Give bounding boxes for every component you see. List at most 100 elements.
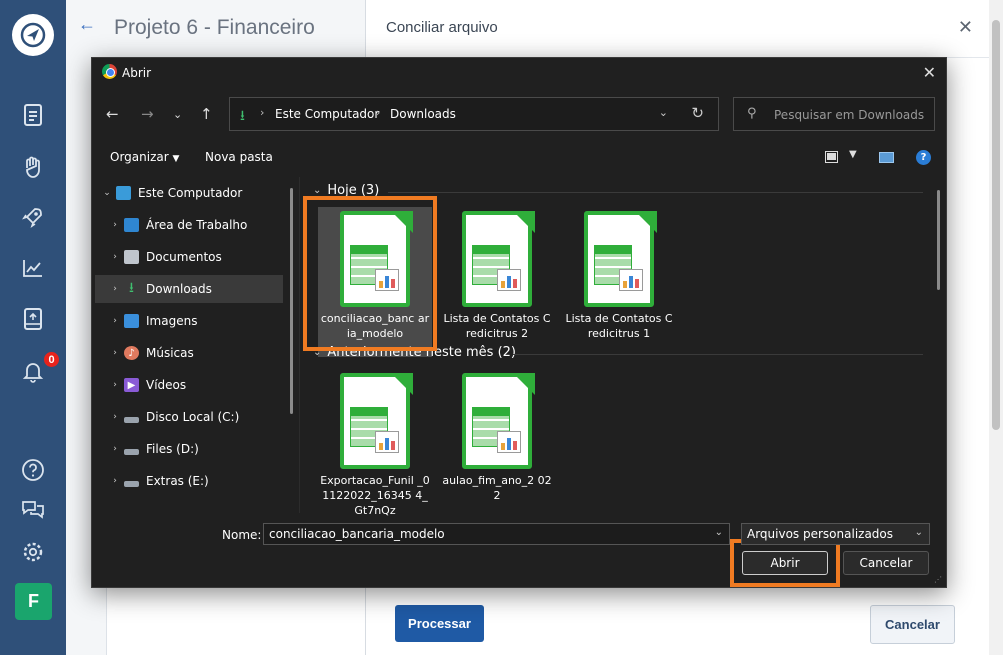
tree-item-music[interactable]: › ♪ Músicas bbox=[106, 339, 294, 367]
file-item[interactable]: Lista de Contatos Credicitrus 1 bbox=[562, 207, 676, 357]
chevron-right-icon[interactable]: › bbox=[106, 444, 124, 454]
help-icon[interactable] bbox=[17, 454, 49, 486]
file-item[interactable]: Lista de Contatos Credicitrus 2 bbox=[440, 207, 554, 357]
rocket-icon[interactable] bbox=[17, 201, 49, 233]
tree-item-drive-c[interactable]: › Disco Local (C:) bbox=[106, 403, 294, 431]
address-bar[interactable]: ⭳ › Este Computador › Downloads ⌄ ↻ bbox=[229, 97, 719, 131]
breadcrumb-this-pc[interactable]: Este Computador bbox=[275, 107, 379, 121]
refresh-icon[interactable]: ↻ bbox=[691, 104, 704, 122]
chrome-icon bbox=[102, 64, 117, 79]
organize-menu[interactable]: Organizar ▼ bbox=[110, 150, 179, 164]
documents-icon[interactable] bbox=[17, 99, 49, 131]
chat-icon[interactable] bbox=[17, 494, 49, 526]
close-icon[interactable]: ✕ bbox=[958, 17, 973, 38]
open-button[interactable]: Abrir bbox=[742, 551, 828, 575]
tree-item-pictures[interactable]: › Imagens bbox=[106, 307, 294, 335]
chevron-down-icon[interactable]: ⌄ bbox=[659, 106, 668, 119]
tree-item-drive-d[interactable]: › Files (D:) bbox=[106, 435, 294, 463]
file-type-select[interactable]: Arquivos personalizados ⌄ bbox=[741, 523, 930, 545]
drive-icon bbox=[124, 448, 139, 455]
file-item[interactable]: aulao_fim_ano_2 022 bbox=[440, 369, 554, 519]
chart-icon[interactable] bbox=[17, 252, 49, 284]
group-divider bbox=[388, 192, 923, 193]
chevron-right-icon[interactable]: › bbox=[106, 412, 124, 422]
chevron-right-icon[interactable]: › bbox=[106, 348, 124, 358]
chevron-down-icon[interactable]: ⌄ bbox=[715, 527, 723, 538]
file-name-value: conciliacao_bancaria_modelo bbox=[269, 527, 445, 541]
hand-heart-icon[interactable] bbox=[17, 151, 49, 183]
panel-header: Conciliar arquivo ✕ bbox=[366, 0, 1003, 58]
dialog-title: Abrir bbox=[122, 66, 152, 80]
tree-item-label: Vídeos bbox=[146, 378, 187, 392]
tree-item-downloads[interactable]: › ⭳ Downloads bbox=[95, 275, 283, 303]
breadcrumb-downloads[interactable]: Downloads bbox=[390, 107, 456, 121]
search-input[interactable]: ⚲ Pesquisar em Downloads bbox=[733, 97, 935, 131]
tree-item-label: Área de Trabalho bbox=[146, 218, 248, 232]
file-item[interactable]: Exportacao_Funil _01122022_16345 4_Gt7nQ… bbox=[318, 369, 432, 519]
tree-item-this-pc[interactable]: ⌄ Este Computador bbox=[98, 179, 286, 207]
panel-scrollbar-thumb[interactable] bbox=[992, 20, 1000, 430]
chevron-down-icon[interactable]: ⌄ bbox=[313, 185, 321, 196]
breadcrumb-separator-icon: › bbox=[376, 106, 381, 119]
chevron-down-icon: ▼ bbox=[172, 154, 180, 164]
file-name: Lista de Contatos Credicitrus 1 bbox=[565, 312, 673, 340]
tree-item-drive-e[interactable]: › Extras (E:) bbox=[106, 467, 294, 495]
resize-grip-icon[interactable]: ⋰ bbox=[934, 575, 942, 584]
user-avatar[interactable]: F bbox=[15, 583, 52, 620]
preview-pane-icon[interactable] bbox=[879, 152, 894, 163]
panel-scrollbar[interactable] bbox=[989, 0, 1003, 655]
new-folder-button[interactable]: Nova pasta bbox=[205, 150, 273, 164]
back-arrow-icon[interactable]: ← bbox=[78, 14, 96, 35]
recent-locations-chevron-icon[interactable]: ⌄ bbox=[173, 108, 182, 121]
organize-label: Organizar bbox=[110, 150, 169, 164]
chevron-down-icon[interactable]: ⌄ bbox=[98, 188, 116, 198]
videos-icon: ▶ bbox=[124, 378, 139, 392]
chevron-right-icon[interactable]: › bbox=[106, 476, 124, 486]
tree-item-documents[interactable]: › Documentos bbox=[106, 243, 294, 271]
back-arrow-icon[interactable]: ← bbox=[106, 105, 119, 123]
app-sidebar: 0 F bbox=[0, 0, 66, 655]
help-icon[interactable]: ? bbox=[916, 150, 931, 165]
chevron-right-icon[interactable]: › bbox=[106, 220, 124, 230]
music-icon: ♪ bbox=[124, 346, 139, 360]
tree-item-desktop[interactable]: › Área de Trabalho bbox=[106, 211, 294, 239]
spreadsheet-file-icon bbox=[459, 211, 535, 307]
file-name: Lista de Contatos Credicitrus 2 bbox=[443, 312, 551, 340]
tree-item-label: Files (D:) bbox=[146, 442, 199, 456]
chevron-down-icon[interactable]: ▼ bbox=[849, 149, 857, 160]
group-divider bbox=[513, 354, 923, 355]
file-name-input[interactable]: conciliacao_bancaria_modelo ⌄ bbox=[263, 523, 730, 545]
tree-item-label: Imagens bbox=[146, 314, 198, 328]
tree-scrollbar[interactable] bbox=[290, 188, 293, 414]
panel-cancel-button[interactable]: Cancelar bbox=[870, 605, 955, 644]
close-icon[interactable]: ✕ bbox=[923, 63, 936, 82]
documents-icon bbox=[124, 250, 139, 264]
chevron-right-icon[interactable]: › bbox=[106, 284, 124, 294]
forward-arrow-icon[interactable]: → bbox=[141, 105, 154, 123]
navigation-tree: ⌄ Este Computador › Área de Trabalho › D… bbox=[92, 177, 296, 513]
spreadsheet-file-icon bbox=[459, 373, 535, 469]
chevron-down-icon: ⌄ bbox=[914, 527, 923, 538]
drive-icon bbox=[124, 480, 139, 487]
view-mode-icon[interactable] bbox=[825, 151, 838, 163]
panel-title: Conciliar arquivo bbox=[386, 19, 498, 36]
file-list-scrollbar[interactable] bbox=[937, 190, 940, 290]
computer-icon bbox=[116, 186, 131, 200]
tree-item-label: Músicas bbox=[146, 346, 194, 360]
download-icon: ⭳ bbox=[240, 108, 245, 124]
gear-icon[interactable] bbox=[17, 536, 49, 568]
chevron-right-icon[interactable]: › bbox=[106, 316, 124, 326]
book-icon[interactable] bbox=[17, 303, 49, 335]
process-button[interactable]: Processar bbox=[395, 605, 484, 642]
page-title: Projeto 6 - Financeiro bbox=[114, 16, 315, 39]
chevron-right-icon[interactable]: › bbox=[106, 380, 124, 390]
tree-item-label: Downloads bbox=[146, 282, 212, 296]
search-icon: ⚲ bbox=[747, 106, 757, 121]
tree-item-label: Este Computador bbox=[138, 186, 243, 200]
tree-item-videos[interactable]: › ▶ Vídeos bbox=[106, 371, 294, 399]
downloads-icon: ⭳ bbox=[129, 280, 134, 296]
up-arrow-icon[interactable]: ↑ bbox=[200, 105, 213, 123]
chevron-right-icon[interactable]: › bbox=[106, 252, 124, 262]
dialog-cancel-button[interactable]: Cancelar bbox=[843, 551, 929, 575]
app-logo-icon[interactable] bbox=[12, 14, 54, 56]
